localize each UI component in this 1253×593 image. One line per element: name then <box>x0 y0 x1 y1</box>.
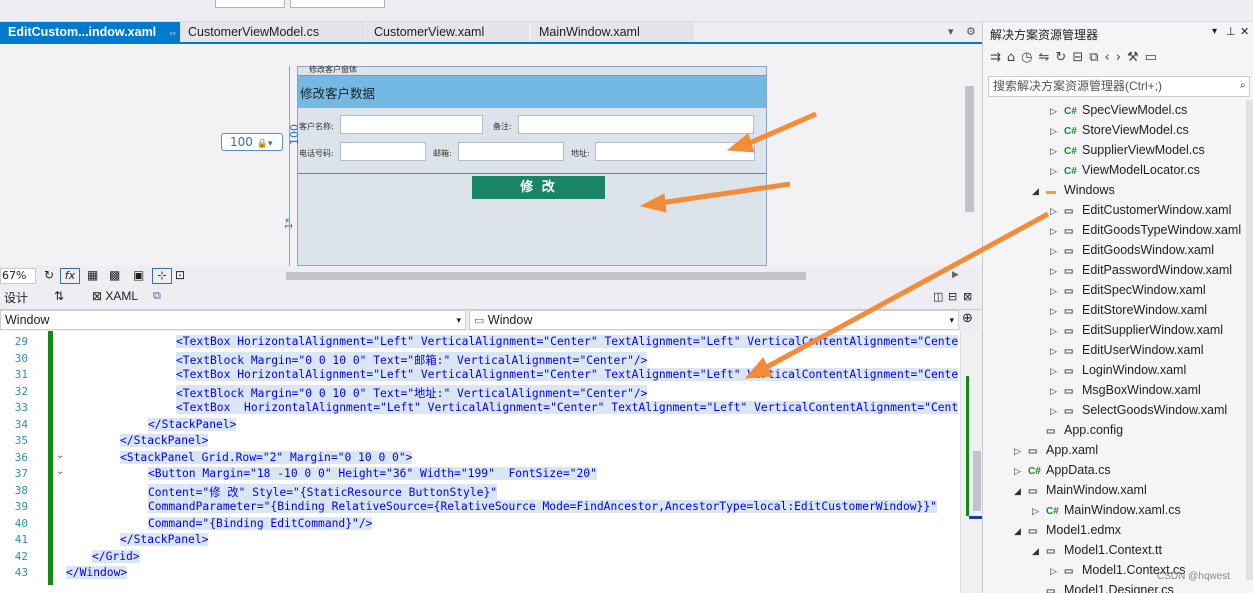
arrow-address-field <box>726 111 818 153</box>
vs-ide: EditCustom...indow.xaml ⇔ ✕ CustomerView… <box>0 0 1253 593</box>
annotation-arrows <box>639 111 1050 379</box>
arrow-solution-to-code <box>744 211 1050 379</box>
arrow-edit-button <box>639 181 791 213</box>
